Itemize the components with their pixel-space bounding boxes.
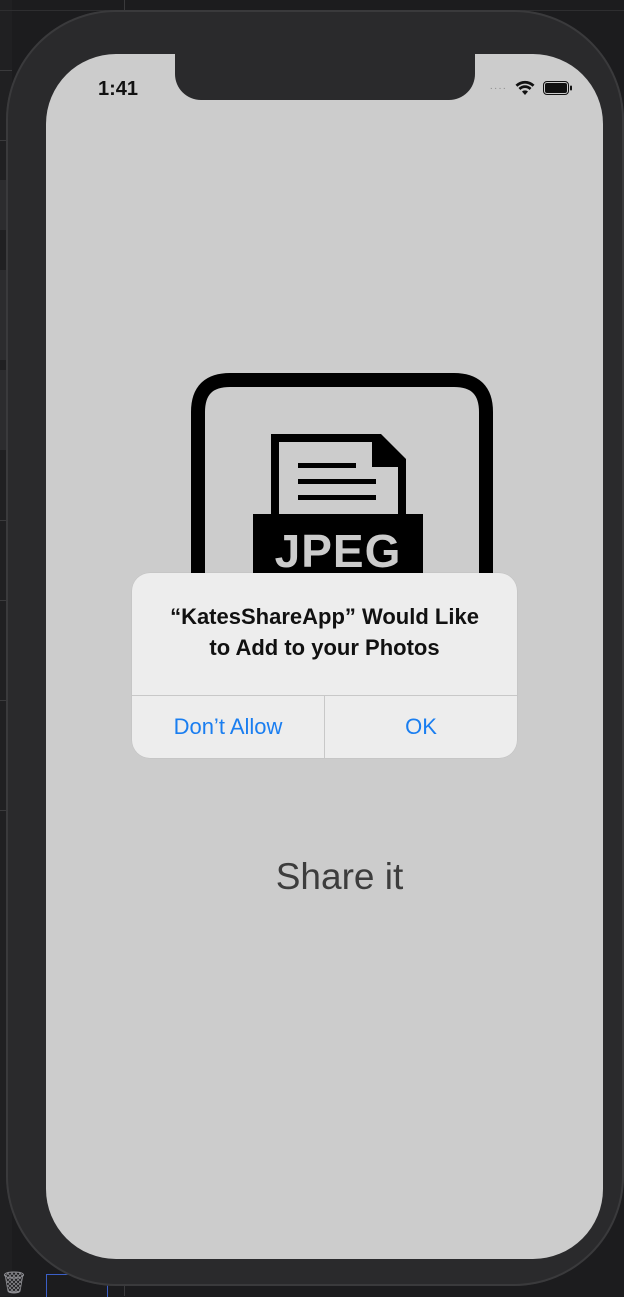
photos-permission-alert: “KatesShareApp” Would Like to Add to you… xyxy=(132,573,517,758)
wifi-icon xyxy=(515,80,535,96)
share-button[interactable]: Share it xyxy=(46,856,603,898)
ok-button[interactable]: OK xyxy=(325,696,517,758)
alert-title-line: “KatesShareApp” Would Like xyxy=(170,604,479,629)
trash-icon[interactable]: 🗑 xyxy=(0,1270,28,1296)
device-notch xyxy=(175,54,475,100)
device-frame: 1:41 ···· JPEG Share it “KatesShareApp” … xyxy=(6,10,624,1286)
cellular-signal-icon: ···· xyxy=(489,82,507,94)
alert-title: “KatesShareApp” Would Like to Add to you… xyxy=(132,601,517,663)
alert-title-line: to Add to your Photos xyxy=(209,635,440,660)
dont-allow-button[interactable]: Don’t Allow xyxy=(132,696,324,758)
status-indicators: ···· xyxy=(490,80,573,96)
phone-screen: 1:41 ···· JPEG Share it “KatesShareApp” … xyxy=(46,54,603,1259)
editor-divider xyxy=(0,70,12,71)
status-time: 1:41 xyxy=(98,78,139,100)
battery-icon xyxy=(543,81,573,95)
jpeg-file-image: JPEG xyxy=(190,372,494,607)
jpeg-label: JPEG xyxy=(274,525,402,577)
